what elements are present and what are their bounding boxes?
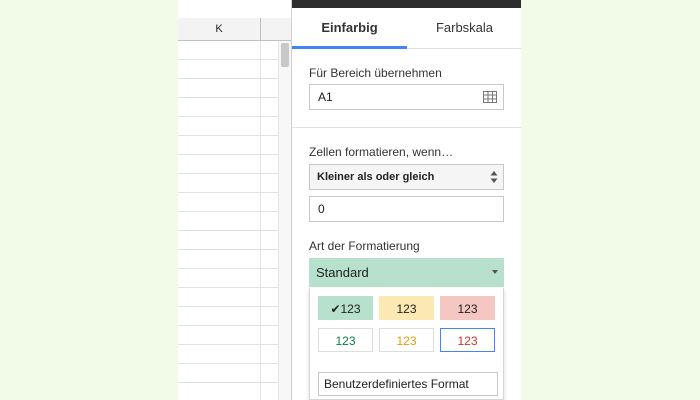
grid-rows[interactable]	[178, 41, 291, 400]
range-value: A1	[318, 90, 333, 104]
up-down-arrows-icon	[490, 171, 498, 183]
condition-select[interactable]: Kleiner als oder gleich	[309, 164, 504, 190]
column-header-next[interactable]	[261, 18, 291, 41]
conditional-formatting-panel: Einfarbig Farbskala Für Bereich übernehm…	[291, 0, 521, 400]
condition-label: Zellen formatieren, wenn…	[309, 145, 454, 159]
column-divider	[260, 41, 261, 400]
tab-single-color[interactable]: Einfarbig	[292, 8, 407, 49]
format-style-value: Standard	[316, 265, 369, 280]
style-swatch-red-text[interactable]: 123	[440, 328, 495, 352]
color-tabs: Einfarbig Farbskala	[292, 8, 521, 49]
range-label: Für Bereich übernehmen	[309, 66, 442, 80]
spreadsheet-grid: K	[178, 0, 292, 400]
custom-format-button[interactable]: Benutzerdefiniertes Format	[318, 372, 498, 396]
section-divider	[292, 127, 521, 128]
panel-header-bar	[292, 0, 521, 8]
sheet-toolbar-edge	[178, 0, 291, 19]
style-swatch-yellow[interactable]: 123	[379, 296, 434, 320]
range-input[interactable]: A1	[309, 84, 504, 110]
dropdown-caret-icon	[492, 270, 498, 274]
column-header-k[interactable]: K	[178, 18, 261, 41]
select-range-icon[interactable]	[483, 91, 497, 103]
style-swatch-yellow-text[interactable]: 123	[379, 328, 434, 352]
format-style-palette: ✔123 123 123 123 123 123 Benutzerdefinie…	[309, 288, 504, 400]
condition-value-input[interactable]: 0	[309, 196, 504, 222]
style-swatch-red[interactable]: 123	[440, 296, 495, 320]
format-style-dropdown[interactable]: Standard	[309, 258, 504, 287]
scrollbar-thumb[interactable]	[281, 43, 289, 67]
vertical-scrollbar[interactable]	[278, 41, 292, 400]
condition-value: Kleiner als oder gleich	[317, 171, 435, 183]
app-window: K Einfarbig Farbskala Für Bereich überne…	[178, 0, 521, 400]
format-style-label: Art der Formatierung	[309, 239, 420, 253]
style-swatch-green-text[interactable]: 123	[318, 328, 373, 352]
tab-color-scale[interactable]: Farbskala	[407, 8, 521, 48]
style-swatch-green[interactable]: ✔123	[318, 296, 373, 320]
